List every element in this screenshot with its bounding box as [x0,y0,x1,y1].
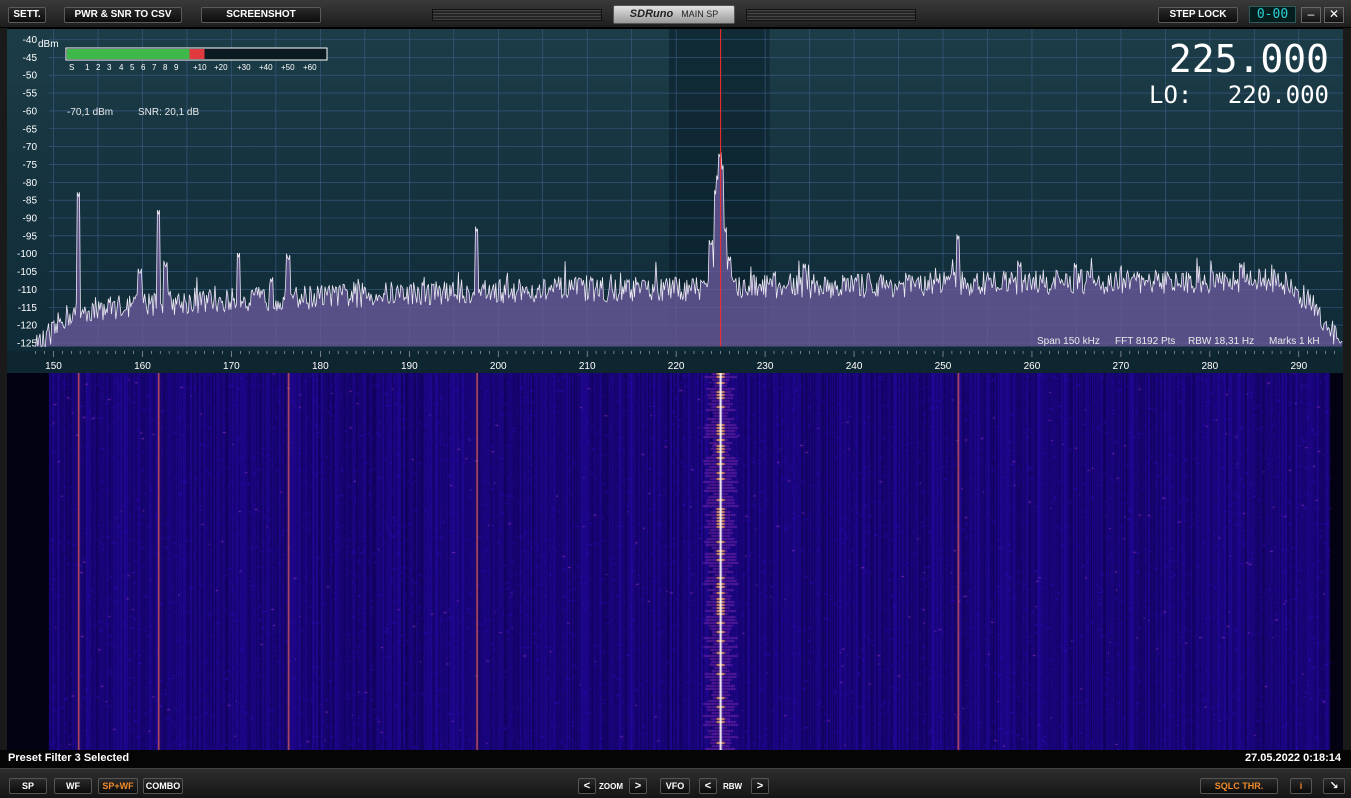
y-tick-label: -45 [23,53,38,64]
frequency-display[interactable]: 225.000 [1169,37,1329,81]
waterfall-canvas[interactable] [7,373,1343,750]
x-tick-label: 290 [1290,361,1307,372]
power-readout: -70,1 dBm [67,107,113,118]
sqlc-threshold-button[interactable]: SQLC THR. [1200,778,1278,794]
vfo-button[interactable]: VFO [660,778,690,794]
y-tick-label: -110 [18,285,38,296]
status-message: Preset Filter 3 Selected [8,752,130,764]
waterfall-panel[interactable] [7,373,1343,750]
y-tick-label: -90 [23,214,38,225]
sdruno-logo: SDRuno [629,8,674,20]
combo-mode-button[interactable]: COMBO [143,778,183,794]
s-meter-label: +50 [281,63,295,72]
y-tick-label: -115 [18,303,38,314]
x-tick-label: 280 [1202,361,1219,372]
wf-mode-button[interactable]: WF [54,778,92,794]
y-tick-label: -95 [23,231,38,242]
resize-grip-icon[interactable]: ↘ [1323,778,1345,794]
info-icon[interactable]: i [1290,778,1312,794]
s-meter-label: +40 [259,63,273,72]
spectrum-panel[interactable]: -40 -45 -50 -55 -60 -65 -70 -75 -80 -85 -90 -95 -100… [7,28,1343,374]
window-name: MAIN SP [681,9,719,19]
s-meter-label: 4 [119,63,124,72]
x-tick-label: 170 [223,361,240,372]
y-tick-label: -120 [17,321,37,332]
s-meter-level [67,49,190,59]
s-meter-label: 6 [141,63,146,72]
x-tick-label: 240 [846,361,863,372]
x-tick-label: 260 [1024,361,1041,372]
x-tick-label: 160 [134,361,151,372]
x-tick-label: 210 [579,361,596,372]
span-status: Span 150 kHz [1037,336,1100,347]
window-title: SDRuno MAIN SP [613,5,735,24]
s-meter-label: S [69,63,74,72]
x-tick-label: 150 [45,361,62,372]
s-meter-label: +10 [193,63,207,72]
bottom-toolbar: SP WF SP+WF COMBO < ZOOM > VFO < RBW > S… [0,768,1351,798]
clock-display: 0-00 [1249,6,1296,23]
y-tick-label: -70 [23,142,38,153]
y-tick-label: -80 [23,178,38,189]
fft-status: FFT 8192 Pts [1115,336,1175,347]
s-meter-label: 7 [152,63,157,72]
x-tick-label: 220 [668,361,685,372]
drag-grip-left[interactable] [432,9,602,21]
s-meter-label: +60 [303,63,317,72]
zoom-label: ZOOM [599,782,623,791]
minimize-icon[interactable]: – [1301,7,1321,23]
spwf-mode-button[interactable]: SP+WF [98,778,138,794]
close-icon[interactable]: ✕ [1324,7,1344,23]
lo-label: LO: [1149,81,1192,109]
y-tick-label: -100 [17,249,37,260]
s-meter-label: +20 [214,63,228,72]
drag-grip-right[interactable] [746,9,916,21]
snr-readout: SNR: 20,1 dB [138,107,199,118]
s-meter-label: 8 [163,63,168,72]
x-tick-label: 190 [401,361,418,372]
lo-frequency[interactable]: 220.000 [1228,81,1329,109]
rbw-next-button[interactable]: > [751,778,769,794]
s-meter-label: +30 [237,63,251,72]
x-tick-label: 270 [1113,361,1130,372]
y-axis-labels: -40 -45 -50 -55 -60 -65 -70 -75 -80 -85 -90 -95 -100… [17,35,37,349]
y-tick-label: -55 [23,89,38,100]
settings-button[interactable]: SETT. [8,7,46,23]
s-meter-label: 5 [130,63,135,72]
rbw-prev-button[interactable]: < [699,778,717,794]
s-meter-label: 9 [174,63,179,72]
step-lock-button[interactable]: STEP LOCK [1158,7,1238,23]
s-meter: S 1 2 3 4 5 6 7 8 9 +10 +20 +30 +40 +50 +60 [65,47,328,72]
sp-mode-button[interactable]: SP [9,778,47,794]
x-tick-label: 180 [312,361,329,372]
y-tick-label: -85 [23,196,38,207]
zoom-prev-button[interactable]: < [578,778,596,794]
x-tick-label: 230 [757,361,774,372]
y-tick-label: -60 [23,106,38,117]
y-tick-label: -75 [23,160,38,171]
title-bar: SETT. PWR & SNR TO CSV SCREENSHOT SDRuno… [0,0,1351,28]
rbw-label: RBW [723,782,743,791]
y-tick-label: -105 [17,267,37,278]
s-meter-label: 2 [96,63,101,72]
s-meter-scale: S 1 2 3 4 5 6 7 8 9 +10 +20 +30 +40 +50 +60 [69,63,317,72]
y-tick-label: -125 [17,338,37,349]
s-meter-label: 3 [107,63,112,72]
y-tick-label: -50 [23,71,38,82]
y-tick-label: -65 [23,124,38,135]
zoom-next-button[interactable]: > [629,778,647,794]
x-tick-label: 250 [935,361,952,372]
status-footer: Preset Filter 3 Selected 27.05.2022 0:18… [0,750,1351,768]
screenshot-button[interactable]: SCREENSHOT [201,7,321,23]
spectrum-chart[interactable]: -40 -45 -50 -55 -60 -65 -70 -75 -80 -85 -90 -95 -100… [7,29,1343,374]
x-tick-label: 200 [490,361,507,372]
status-datetime: 27.05.2022 0:18:14 [1244,752,1341,764]
s-meter-peak [189,49,205,59]
s-meter-label: 1 [85,63,90,72]
pwr-snr-csv-button[interactable]: PWR & SNR TO CSV [64,7,182,23]
dbm-unit-label: dBm [38,39,59,50]
y-tick-label: -40 [23,35,38,46]
rbw-status: RBW 18,31 Hz [1188,336,1254,347]
marks-status: Marks 1 kH [1269,336,1320,347]
